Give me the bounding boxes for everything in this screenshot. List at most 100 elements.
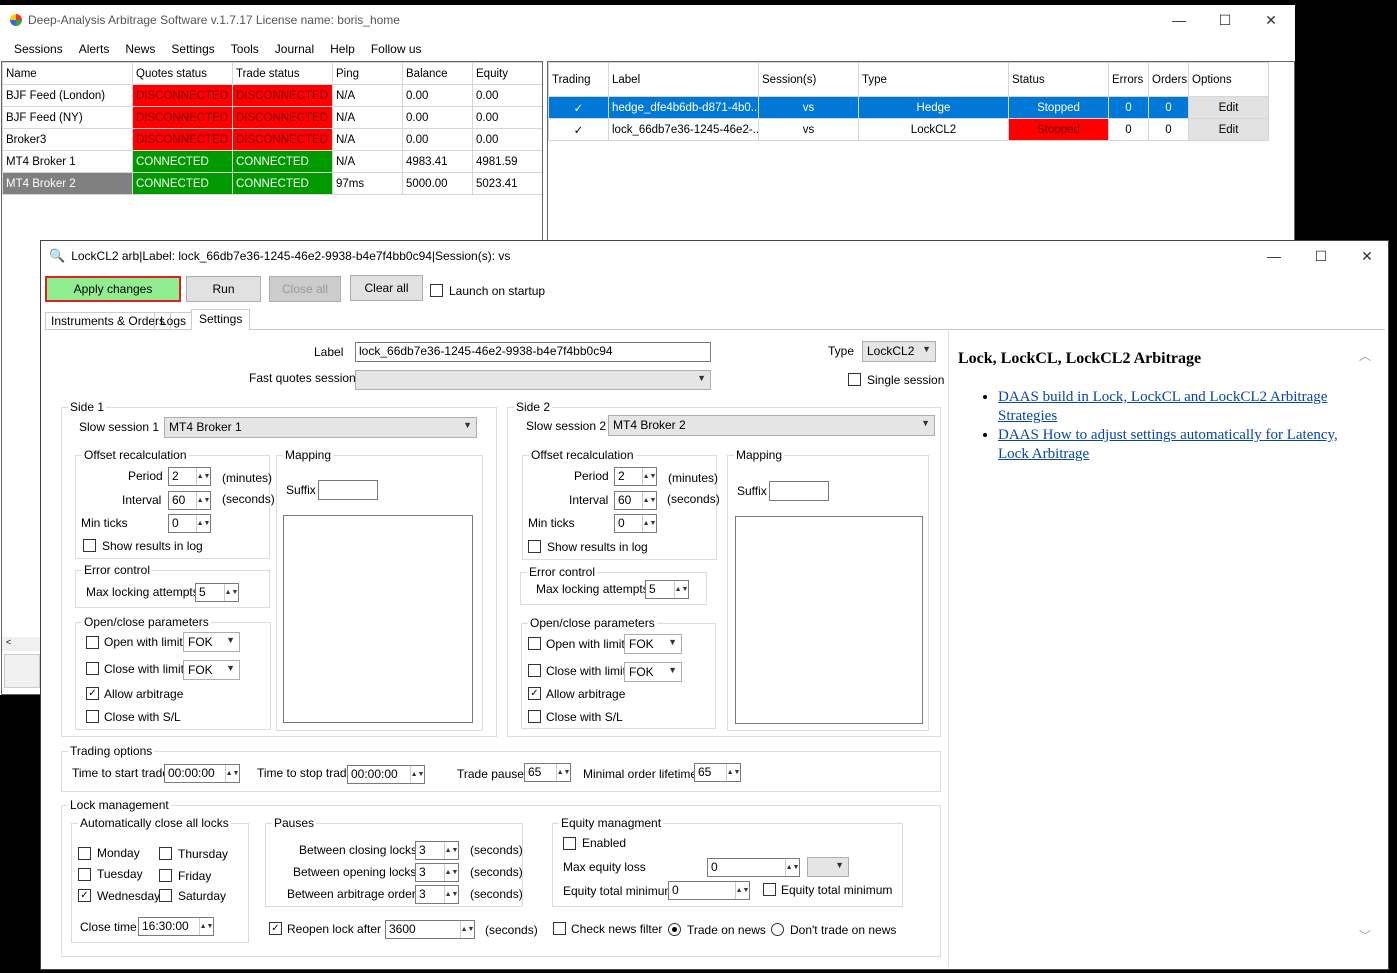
type-select[interactable]: LockCL2 ▼ (862, 341, 936, 362)
spin-arrows-icon[interactable]: ▲▼ (642, 468, 656, 485)
col-header[interactable]: Name (2, 62, 133, 85)
minimize-icon[interactable]: — (1156, 5, 1202, 35)
thursday-checkbox[interactable] (159, 847, 172, 860)
spin-arrows-icon[interactable]: ▲▼ (642, 492, 656, 509)
menu-settings[interactable]: Settings (163, 42, 222, 56)
allow-arbitrage-checkbox[interactable]: ✓ (528, 687, 541, 700)
max-locking-stepper[interactable]: 5 ▲▼ (645, 580, 689, 599)
menu-tools[interactable]: Tools (223, 42, 267, 56)
trading-checkbox[interactable]: ✓ (548, 118, 609, 141)
spin-arrows-icon[interactable]: ▲▼ (410, 766, 424, 783)
slow-session2-select[interactable]: MT4 Broker 2 ▼ (608, 415, 935, 436)
suffix-input[interactable] (769, 481, 829, 501)
stop-trade-input[interactable]: 00:00:00 ▲▼ (347, 765, 425, 784)
col-header[interactable]: Session(s) (758, 62, 859, 97)
tab-logs[interactable]: Logs (154, 312, 193, 329)
col-header[interactable]: Equity (472, 62, 542, 85)
reopen-lock-checkbox[interactable]: ✓ (269, 922, 282, 935)
col-header[interactable]: Status (1008, 62, 1109, 97)
spin-arrows-icon[interactable]: ▲▼ (444, 864, 458, 881)
between-opening-stepper[interactable]: 3 ▲▼ (415, 863, 459, 882)
spin-arrows-icon[interactable]: ▲▼ (785, 859, 799, 876)
min-ticks-stepper[interactable]: 0 ▲▼ (168, 514, 211, 533)
run-button[interactable]: Run (186, 276, 261, 302)
equity-unit-select[interactable]: ▼ (807, 857, 849, 877)
interval-stepper[interactable]: 60 ▲▼ (614, 491, 657, 510)
col-header[interactable]: Options (1188, 62, 1269, 97)
equity-total-min-input[interactable]: 0 ▲▼ (668, 881, 750, 900)
maximize-icon[interactable]: ☐ (1298, 241, 1344, 271)
table-row[interactable]: ✓ lock_66db7e36-1245-46e2-... vs LockCL2… (548, 118, 1269, 141)
trade-on-news-radio[interactable] (668, 923, 681, 936)
show-results-checkbox[interactable] (83, 539, 96, 552)
lifetime-stepper[interactable]: 65 ▲▼ (694, 763, 741, 782)
trading-checkbox[interactable]: ✓ (548, 96, 609, 119)
period-stepper[interactable]: 2 ▲▼ (168, 467, 211, 486)
clear-all-button[interactable]: Clear all (350, 275, 423, 301)
apply-changes-button[interactable]: Apply changes (45, 276, 181, 302)
spin-arrows-icon[interactable]: ▲▼ (460, 921, 474, 938)
maximize-icon[interactable]: ☐ (1202, 5, 1248, 35)
open-with-limit-checkbox[interactable] (528, 637, 541, 650)
spin-arrows-icon[interactable]: ▲▼ (674, 581, 688, 598)
help-link-adjust-settings[interactable]: DAAS How to adjust settings automaticall… (998, 427, 1338, 462)
close-all-button[interactable]: Close all (269, 276, 341, 302)
close-time-input[interactable]: 16:30:00 ▲▼ (138, 917, 214, 936)
spin-arrows-icon[interactable]: ▲▼ (196, 468, 210, 485)
spin-arrows-icon[interactable]: ▲▼ (225, 765, 239, 782)
tab-instruments-orders[interactable]: Instruments & Orders (45, 312, 172, 329)
between-arbitrage-stepper[interactable]: 3 ▲▼ (415, 885, 459, 904)
spin-arrows-icon[interactable]: ▲▼ (735, 882, 749, 899)
launch-on-startup-checkbox[interactable] (430, 284, 443, 297)
slow-session1-select[interactable]: MT4 Broker 1 ▼ (164, 417, 477, 438)
suffix-input[interactable] (318, 480, 378, 500)
edit-button[interactable]: Edit (1188, 118, 1269, 141)
close-icon[interactable]: ✕ (1344, 241, 1390, 271)
help-link-lock-strategies[interactable]: DAAS build in Lock, LockCL and LockCL2 A… (998, 389, 1327, 424)
open-limit-select[interactable]: FOK ▼ (624, 634, 682, 654)
spin-arrows-icon[interactable]: ▲▼ (224, 584, 238, 601)
period-stepper[interactable]: 2 ▲▼ (614, 467, 657, 486)
col-header[interactable]: Ping (332, 62, 403, 85)
scroll-up-icon[interactable]: ︿ (1359, 347, 1371, 364)
menu-journal[interactable]: Journal (267, 42, 322, 56)
close-with-sl-checkbox[interactable] (528, 710, 541, 723)
col-header[interactable]: Trading (548, 62, 609, 97)
open-limit-select[interactable]: FOK ▼ (183, 632, 240, 652)
fast-quotes-select[interactable]: ▼ (355, 370, 711, 390)
close-limit-select[interactable]: FOK ▼ (624, 662, 682, 682)
mapping-list[interactable] (735, 516, 923, 724)
allow-arbitrage-checkbox[interactable]: ✓ (86, 687, 99, 700)
col-header[interactable]: Type (858, 62, 1009, 97)
table-row[interactable]: BJF Feed (London) DISCONNECTED DISCONNEC… (2, 84, 542, 107)
spin-arrows-icon[interactable]: ▲▼ (444, 842, 458, 859)
spin-arrows-icon[interactable]: ▲▼ (556, 764, 570, 781)
table-row[interactable]: Broker3 DISCONNECTED DISCONNECTED N/A 0.… (2, 128, 542, 151)
close-with-limit-checkbox[interactable] (528, 664, 541, 677)
single-session-checkbox[interactable] (848, 373, 861, 386)
menu-sessions[interactable]: Sessions (6, 42, 71, 56)
label-input[interactable]: lock_66db7e36-1245-46e2-9938-b4e7f4bb0c9… (355, 342, 711, 362)
tab-settings[interactable]: Settings (191, 309, 251, 330)
start-trade-input[interactable]: 00:00:00 ▲▼ (164, 764, 240, 783)
col-header[interactable]: Label (608, 62, 759, 97)
edit-button[interactable]: Edit (1188, 96, 1269, 119)
spin-arrows-icon[interactable]: ▲▼ (199, 918, 213, 935)
col-header[interactable]: Balance (402, 62, 473, 85)
spin-arrows-icon[interactable]: ▲▼ (444, 886, 458, 903)
table-row[interactable]: MT4 Broker 2 CONNECTED CONNECTED 97ms 50… (2, 172, 542, 195)
spin-arrows-icon[interactable]: ▲▼ (726, 764, 740, 781)
menu-news[interactable]: News (117, 42, 163, 56)
menu-help[interactable]: Help (322, 42, 363, 56)
friday-checkbox[interactable] (159, 869, 172, 882)
scroll-down-icon[interactable]: ﹀ (1359, 927, 1371, 944)
close-limit-select[interactable]: FOK ▼ (183, 660, 240, 680)
close-with-sl-checkbox[interactable] (86, 710, 99, 723)
table-row[interactable]: BJF Feed (NY) DISCONNECTED DISCONNECTED … (2, 106, 542, 129)
menu-follow-us[interactable]: Follow us (363, 42, 430, 56)
spin-arrows-icon[interactable]: ▲▼ (196, 515, 210, 532)
spin-arrows-icon[interactable]: ▲▼ (642, 515, 656, 532)
col-header[interactable]: Errors (1108, 62, 1149, 97)
between-closing-stepper[interactable]: 3 ▲▼ (415, 841, 459, 860)
wednesday-checkbox[interactable]: ✓ (78, 889, 91, 902)
